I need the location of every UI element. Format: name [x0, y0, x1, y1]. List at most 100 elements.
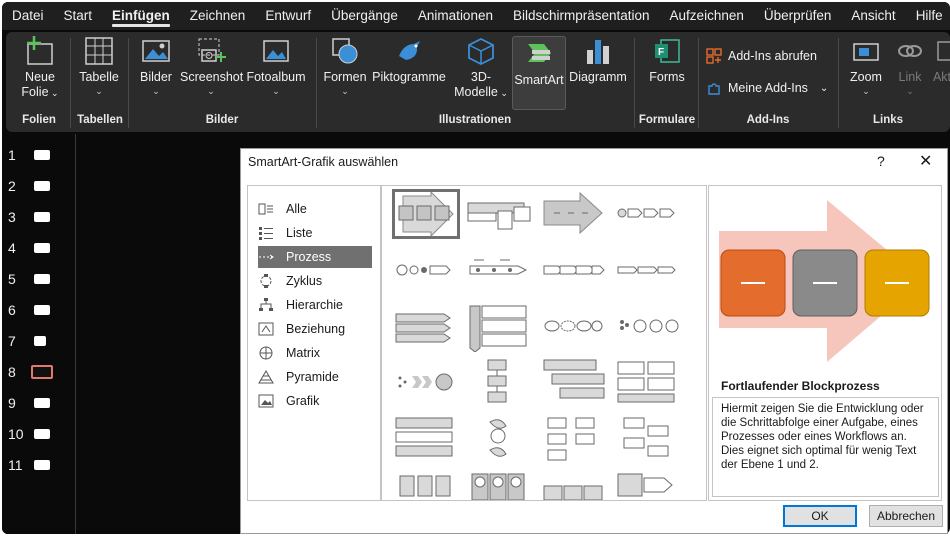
- layout-process-thumbnail[interactable]: [614, 358, 682, 408]
- menu-bildschirmpraesentation[interactable]: Bildschirmpräsentation: [503, 2, 660, 30]
- layout-thumbnail: [543, 485, 603, 500]
- menu-animationen[interactable]: Animationen: [408, 2, 503, 30]
- layout-process-thumbnail[interactable]: [466, 358, 534, 408]
- category-label: Liste: [286, 226, 313, 240]
- layout-process-thumbnail[interactable]: [466, 414, 534, 464]
- zoom-button[interactable]: Zoom ⌄: [844, 36, 888, 97]
- slide-number: 2: [8, 178, 16, 194]
- menu-hilfe[interactable]: Hilfe: [906, 2, 950, 30]
- layout-thumbnail: [617, 361, 675, 403]
- slide-thumbnail-selected[interactable]: 8: [2, 360, 76, 384]
- slide-thumbnail[interactable]: 10: [2, 422, 76, 446]
- category-matrix[interactable]: Matrix: [258, 342, 372, 364]
- ok-button[interactable]: OK: [783, 505, 857, 527]
- group-label-tabellen: Tabellen: [77, 114, 123, 126]
- category-liste[interactable]: Liste: [258, 222, 372, 244]
- group-label-illustrationen: Illustrationen: [438, 114, 512, 126]
- slide-thumbnail[interactable]: 3: [2, 205, 76, 229]
- close-icon[interactable]: ✕: [919, 151, 932, 171]
- menu-aufzeichnen[interactable]: Aufzeichnen: [660, 2, 754, 30]
- layout-process-thumbnail[interactable]: [392, 246, 460, 296]
- slide-preview: [34, 212, 50, 222]
- chart-button[interactable]: Diagramm: [568, 36, 628, 85]
- category-label: Prozess: [286, 250, 332, 264]
- layout-process-thumbnail[interactable]: [614, 302, 682, 352]
- layout-process-thumbnail[interactable]: [466, 189, 534, 239]
- menu-datei[interactable]: Datei: [2, 2, 54, 30]
- shapes-button[interactable]: Formen ⌄: [322, 36, 368, 97]
- menu-ansicht[interactable]: Ansicht: [841, 2, 905, 30]
- smartart-button[interactable]: SmartArt: [512, 36, 566, 110]
- menu-start[interactable]: Start: [54, 2, 103, 30]
- category-grafik[interactable]: Grafik: [258, 390, 372, 412]
- layout-process-thumbnail[interactable]: [614, 189, 682, 239]
- category-beziehung[interactable]: Beziehung: [258, 318, 372, 340]
- get-addins-button[interactable]: Add-Ins abrufen: [706, 48, 817, 64]
- pictures-label: Bilder: [140, 70, 172, 84]
- layout-process-thumbnail[interactable]: [540, 189, 608, 239]
- menu-zeichnen[interactable]: Zeichnen: [180, 2, 256, 30]
- icons-button[interactable]: Piktogramme: [370, 36, 448, 85]
- category-prozess[interactable]: Prozess: [258, 246, 372, 268]
- menu-bar: Datei Start Einfügen Zeichnen Entwurf Üb…: [2, 2, 950, 30]
- layout-process-thumbnail[interactable]: [392, 302, 460, 352]
- pictures-button[interactable]: Bilder ⌄: [134, 36, 178, 97]
- slide-preview: [34, 274, 50, 284]
- layout-thumbnail: [398, 190, 454, 238]
- layout-process-thumbnail[interactable]: [466, 302, 534, 353]
- new-slide-button[interactable]: Neue Folie ⌄: [12, 36, 68, 101]
- layout-process-thumbnail[interactable]: [466, 470, 534, 500]
- layout-thumbnail: [489, 419, 507, 457]
- layout-process-thumbnail[interactable]: [540, 414, 608, 464]
- category-hierarchie[interactable]: Hierarchie: [258, 294, 372, 316]
- category-alle[interactable]: Alle: [258, 198, 372, 220]
- slide-thumbnail[interactable]: 2: [2, 174, 76, 198]
- menu-ueberpruefen[interactable]: Überprüfen: [754, 2, 842, 30]
- layout-process-thumbnail[interactable]: [540, 358, 608, 408]
- slide-preview: [34, 429, 50, 439]
- layout-process-thumbnail[interactable]: [614, 246, 682, 296]
- chevron-down-icon: ⌄: [819, 82, 829, 94]
- my-addins-button[interactable]: Meine Add-Ins ⌄: [706, 80, 828, 96]
- photo-album-button[interactable]: Fotoalbum ⌄: [244, 36, 308, 97]
- layout-process-thumbnail[interactable]: [540, 246, 608, 296]
- pyramid-icon: [258, 370, 274, 384]
- layout-thumbnail: [544, 320, 603, 332]
- layout-process-thumbnail[interactable]: [614, 470, 682, 500]
- slide-thumbnail[interactable]: 5: [2, 267, 76, 291]
- layout-process-thumbnail[interactable]: [392, 470, 460, 500]
- category-zyklus[interactable]: Zyklus: [258, 270, 372, 292]
- slide-thumbnail[interactable]: 6: [2, 298, 76, 322]
- 3d-models-button[interactable]: 3D- Modelle ⌄: [450, 36, 512, 101]
- menu-einfuegen[interactable]: Einfügen: [102, 2, 180, 30]
- layout-process-thumbnail[interactable]: [614, 414, 682, 464]
- slide-number: 8: [8, 364, 16, 380]
- action-button[interactable]: Akt: [932, 36, 950, 85]
- slide-preview: [34, 150, 50, 160]
- slide-thumbnail[interactable]: 4: [2, 236, 76, 260]
- slide-thumbnail[interactable]: 7: [2, 329, 76, 353]
- slide-thumbnail[interactable]: 9: [2, 391, 76, 415]
- layout-thumbnail: [395, 313, 451, 343]
- menu-uebergaenge[interactable]: Übergänge: [321, 2, 408, 30]
- layout-process-thumbnail[interactable]: [540, 470, 608, 500]
- slide-thumbnail[interactable]: 11: [2, 453, 76, 477]
- category-pyramide[interactable]: Pyramide: [258, 366, 372, 388]
- help-button[interactable]: ?: [877, 153, 885, 169]
- link-button[interactable]: Link ⌄: [890, 36, 930, 97]
- shapes-icon: [332, 38, 358, 64]
- cancel-button[interactable]: Abbrechen: [869, 505, 943, 527]
- layout-process-thumbnail[interactable]: [466, 246, 534, 296]
- chevron-down-icon: ⌄: [207, 86, 215, 96]
- table-button[interactable]: Tabelle ⌄: [74, 36, 124, 97]
- layout-process-thumbnail[interactable]: [392, 414, 460, 464]
- chevron-down-icon: ⌄: [906, 86, 914, 96]
- forms-button[interactable]: F Forms: [640, 36, 694, 85]
- slide-thumbnail[interactable]: 1: [2, 143, 76, 167]
- layout-process-thumbnail[interactable]: [392, 358, 460, 408]
- layout-continuous-block-process[interactable]: [392, 189, 460, 239]
- layout-process-thumbnail[interactable]: [540, 302, 608, 352]
- screenshot-button[interactable]: Screenshot ⌄: [180, 36, 243, 97]
- menu-entwurf[interactable]: Entwurf: [255, 2, 321, 30]
- chevron-down-icon: ⌄: [152, 86, 160, 96]
